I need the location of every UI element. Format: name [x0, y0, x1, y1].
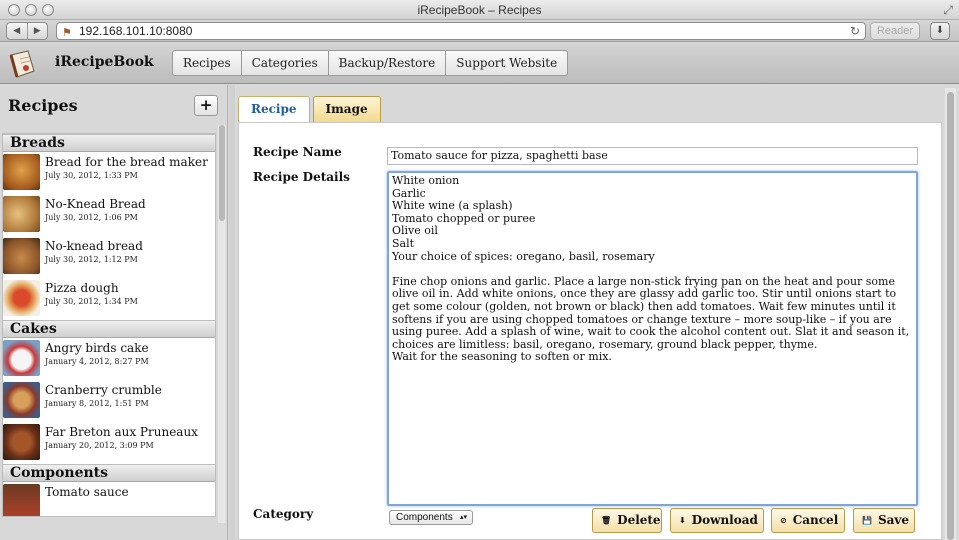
sidebar-scrollbar[interactable] [218, 125, 226, 523]
list-item[interactable]: No-knead bread July 30, 2012, 1:12 PM [3, 236, 215, 278]
fullscreen-icon[interactable]: ⤢ [943, 3, 953, 18]
category-selected-value: Components [396, 512, 453, 523]
recipe-thumbnail [3, 154, 40, 190]
recipe-thumbnail [3, 280, 40, 316]
cancel-label: Cancel [792, 513, 839, 527]
address-bar[interactable]: ⚑ 192.168.101.10:8080 ↻ [56, 22, 866, 40]
forward-arrow-icon[interactable]: ▶ [28, 23, 48, 39]
window-title: iRecipeBook – Recipes [417, 3, 542, 17]
url-text: 192.168.101.10:8080 [79, 24, 193, 38]
back-arrow-icon[interactable]: ◀ [7, 23, 28, 39]
main-nav: Recipes Categories Backup/Restore Suppor… [172, 50, 569, 76]
favicon-icon: ⚑ [62, 27, 72, 39]
sidebar-title: Recipes [8, 96, 78, 115]
download-label: Download [691, 513, 758, 527]
window-titlebar: iRecipeBook – Recipes ⤢ [0, 0, 959, 20]
recipe-name: No-knead bread [45, 239, 143, 253]
cancel-icon: ⊘ [780, 516, 787, 525]
list-item[interactable]: Bread for the bread maker July 30, 2012,… [3, 152, 215, 194]
trash-icon: 🗑 [601, 516, 612, 525]
recipe-form: Recipe Name Tomato sauce for pizza, spag… [238, 122, 942, 540]
recipe-date: July 30, 2012, 1:06 PM [45, 213, 138, 222]
nav-support-website[interactable]: Support Website [446, 51, 567, 75]
recipe-date: July 30, 2012, 1:34 PM [45, 297, 138, 306]
recipe-thumbnail [3, 484, 40, 516]
recipe-details-label: Recipe Details [253, 170, 350, 184]
recipe-details-textarea[interactable]: White onion Garlic White wine (a splash)… [387, 171, 918, 506]
recipe-date: January 4, 2012, 8:27 PM [45, 357, 149, 366]
downloads-icon[interactable]: ⬇ [930, 22, 950, 40]
sidebar-scroll-thumb[interactable] [219, 125, 225, 221]
nav-backup-restore[interactable]: Backup/Restore [329, 51, 447, 75]
page-scroll-thumb[interactable] [947, 92, 954, 540]
recipes-sidebar: Recipes + Breads Bread for the bread mak… [0, 85, 228, 540]
tab-recipe[interactable]: Recipe [238, 96, 310, 123]
recipe-date: January 8, 2012, 1:51 PM [45, 399, 149, 408]
recipe-date: January 20, 2012, 3:09 PM [45, 441, 154, 450]
list-item[interactable]: Tomato sauce [3, 482, 215, 516]
list-item[interactable]: Angry birds cake January 4, 2012, 8:27 P… [3, 338, 215, 380]
recipe-name: Tomato sauce [45, 485, 129, 499]
category-select[interactable]: Components ▴▾ [389, 510, 473, 525]
reader-button[interactable]: Reader [870, 22, 920, 40]
delete-button[interactable]: 🗑 Delete [592, 508, 662, 533]
recipe-name: Cranberry crumble [45, 383, 162, 397]
category-label: Category [253, 507, 314, 521]
pane-splitter[interactable] [229, 85, 235, 540]
page-scrollbar[interactable] [945, 88, 956, 540]
editor-tabs: Recipe Image [238, 96, 384, 123]
list-item[interactable]: No-Knead Bread July 30, 2012, 1:06 PM [3, 194, 215, 236]
recipe-name: No-Knead Bread [45, 197, 146, 211]
recipe-list: Breads Bread for the bread maker July 30… [2, 133, 216, 517]
recipe-name-label: Recipe Name [253, 145, 342, 159]
delete-label: Delete [617, 513, 661, 527]
browser-toolbar: ◀ ▶ ⚑ 192.168.101.10:8080 ↻ Reader ⬇ [0, 20, 959, 42]
section-header-components: Components [3, 464, 215, 482]
list-item[interactable]: Pizza dough July 30, 2012, 1:34 PM [3, 278, 215, 320]
nav-categories[interactable]: Categories [242, 51, 329, 75]
recipe-thumbnail [3, 196, 40, 232]
section-header-cakes: Cakes [3, 320, 215, 338]
cancel-button[interactable]: ⊘ Cancel [771, 508, 845, 533]
recipe-name: Far Breton aux Pruneaux [45, 425, 198, 439]
reload-icon[interactable]: ↻ [850, 23, 860, 39]
recipe-name: Bread for the bread maker [45, 155, 208, 169]
recipe-date: July 30, 2012, 1:33 PM [45, 171, 138, 180]
section-header-breads: Breads [3, 134, 215, 152]
nav-recipes[interactable]: Recipes [173, 51, 242, 75]
recipe-thumbnail [3, 238, 40, 274]
recipe-date: July 30, 2012, 1:12 PM [45, 255, 138, 264]
tab-image[interactable]: Image [312, 96, 381, 122]
save-icon: 💾 [862, 516, 872, 525]
app-header: iRecipeBook Recipes Categories Backup/Re… [0, 43, 959, 84]
history-nav: ◀ ▶ [6, 22, 48, 40]
select-arrows-icon: ▴▾ [459, 514, 467, 521]
download-button[interactable]: ⬇ Download [670, 508, 764, 533]
recipe-name: Pizza dough [45, 281, 119, 295]
save-button[interactable]: 💾 Save [853, 508, 915, 533]
add-recipe-button[interactable]: + [194, 95, 218, 116]
list-item[interactable]: Cranberry crumble January 8, 2012, 1:51 … [3, 380, 215, 422]
recipe-name: Angry birds cake [45, 341, 149, 355]
recipe-thumbnail [3, 340, 40, 376]
save-label: Save [877, 513, 910, 527]
list-item[interactable]: Far Breton aux Pruneaux January 20, 2012… [3, 422, 215, 464]
recipe-book-logo-icon [9, 50, 35, 78]
recipe-editor: Recipe Image Recipe Name Tomato sauce fo… [236, 85, 944, 540]
recipe-name-input[interactable]: Tomato sauce for pizza, spaghetti base [387, 147, 918, 165]
download-icon: ⬇ [679, 516, 686, 525]
recipe-thumbnail [3, 424, 40, 460]
app-title: iRecipeBook [55, 54, 154, 70]
recipe-thumbnail [3, 382, 40, 418]
